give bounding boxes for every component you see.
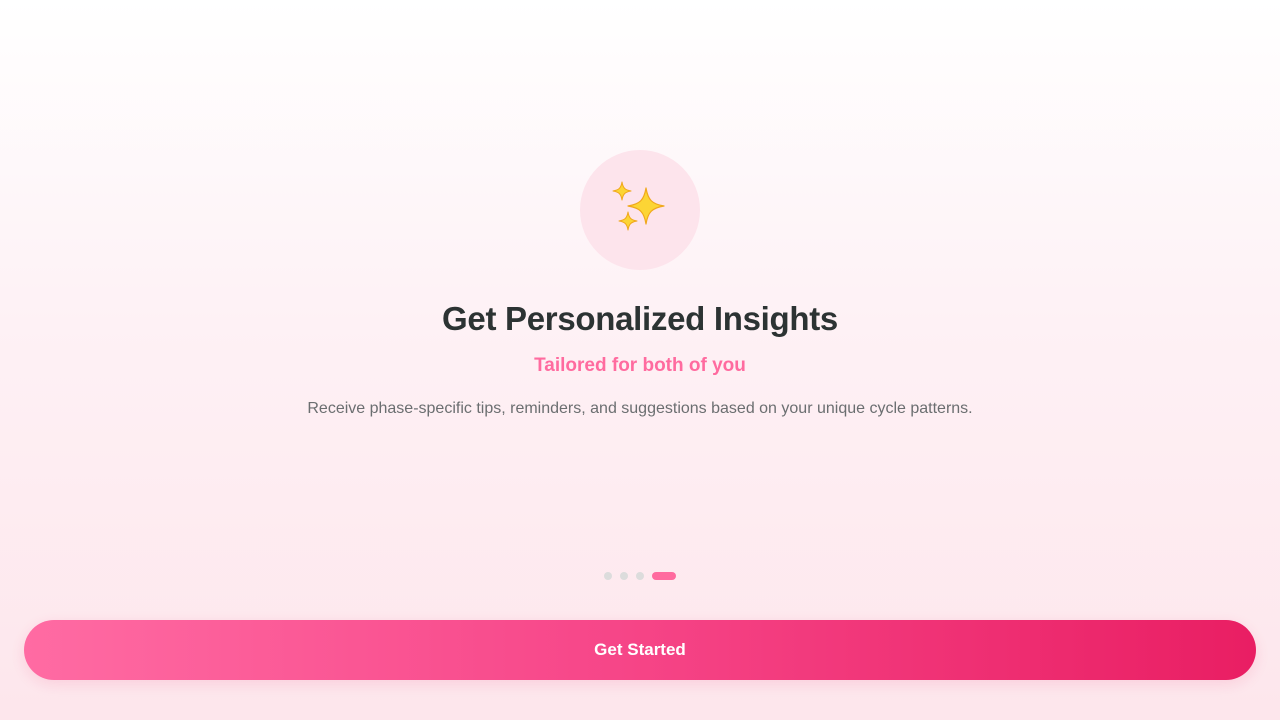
- pagination-dot-4-active[interactable]: [652, 572, 676, 580]
- pagination-dot-2[interactable]: [620, 572, 628, 580]
- pagination-dot-3[interactable]: [636, 572, 644, 580]
- pagination-dot-1[interactable]: [604, 572, 612, 580]
- slide-subtitle: Tailored for both of you: [534, 355, 746, 376]
- sparkles-icon-badge: [580, 150, 700, 270]
- slide-title: Get Personalized Insights: [442, 300, 838, 337]
- pagination-dots: [0, 571, 1280, 581]
- sparkles-icon: [612, 181, 665, 231]
- get-started-button[interactable]: Get Started: [24, 620, 1256, 680]
- slide-description: Receive phase-specific tips, reminders, …: [307, 400, 973, 417]
- onboarding-slide: Get Personalized Insights Tailored for b…: [0, 0, 1280, 540]
